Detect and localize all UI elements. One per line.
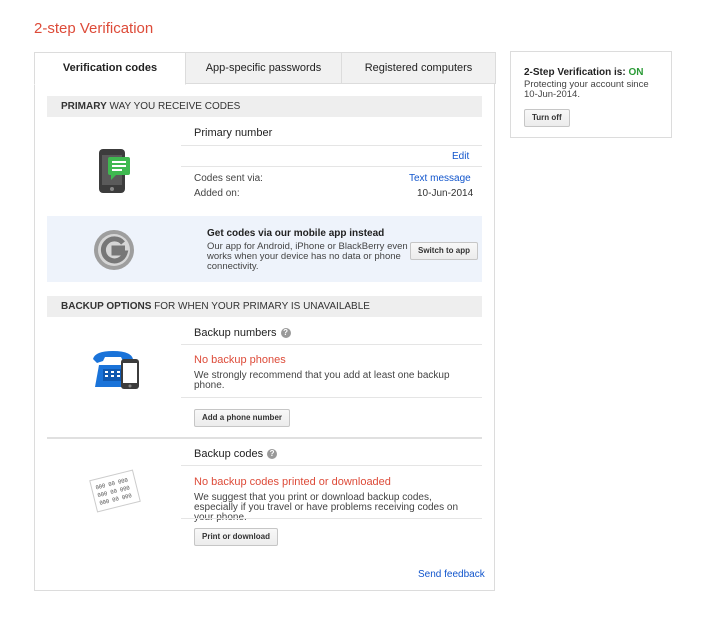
switch-to-app-button[interactable]: Switch to app	[410, 242, 478, 260]
section-divider	[47, 437, 482, 439]
promo-title: Get codes via our mobile app instead	[207, 228, 385, 239]
help-icon[interactable]: ?	[267, 449, 278, 460]
edit-primary-link[interactable]: Edit	[452, 151, 469, 162]
status-state: ON	[628, 67, 644, 78]
backup-header-rest: FOR WHEN YOUR PRIMARY IS UNAVAILABLE	[151, 301, 370, 312]
tab-registered-computers[interactable]: Registered computers	[341, 52, 496, 84]
primary-header-rest: WAY YOU RECEIVE CODES	[106, 101, 241, 112]
no-backup-codes-warning: No backup codes printed or downloaded	[194, 476, 391, 488]
status-line: 2-Step Verification is: ON	[524, 67, 643, 78]
primary-section-header: PRIMARY WAY YOU RECEIVE CODES	[47, 96, 482, 117]
divider	[181, 145, 482, 146]
page-title: 2-step Verification	[34, 20, 154, 37]
backup-header-bold: BACKUP OPTIONS	[61, 301, 152, 312]
status-since: Protecting your account since 10-Jun-201…	[524, 79, 649, 100]
backup-numbers-title: Backup numbers?	[194, 327, 291, 339]
divider	[181, 518, 482, 519]
tab-bar: Verification codes App-specific password…	[34, 52, 496, 85]
divider	[181, 465, 482, 466]
added-on-value: 10-Jun-2014	[417, 188, 474, 199]
status-label: 2-Step Verification is:	[524, 67, 626, 78]
divider	[181, 397, 482, 398]
turn-off-button[interactable]: Turn off	[524, 109, 570, 127]
backup-codes-label: Backup codes	[194, 448, 264, 460]
add-phone-number-button[interactable]: Add a phone number	[194, 409, 290, 427]
print-or-download-button[interactable]: Print or download	[194, 528, 278, 546]
help-icon[interactable]: ?	[280, 328, 291, 339]
primary-header-bold: PRIMARY	[61, 101, 107, 112]
backup-section-header: BACKUP OPTIONS FOR WHEN YOUR PRIMARY IS …	[47, 296, 482, 317]
primary-number-title: Primary number	[194, 127, 273, 139]
divider	[181, 344, 482, 345]
backup-numbers-label: Backup numbers	[194, 327, 277, 339]
phone-sms-icon	[97, 147, 133, 198]
backup-codes-title: Backup codes?	[194, 448, 278, 460]
promo-text: Our app for Android, iPhone or BlackBerr…	[207, 241, 408, 272]
status-panel: 2-Step Verification is: ON Protecting yo…	[510, 51, 672, 138]
tab-verification-codes[interactable]: Verification codes	[34, 52, 186, 85]
authenticator-icon	[93, 229, 135, 274]
codes-sent-method[interactable]: Text message	[409, 173, 471, 184]
send-feedback-link[interactable]: Send feedback	[418, 569, 485, 580]
added-on-label: Added on:	[194, 188, 240, 199]
mobile-app-promo: Get codes via our mobile app instead Our…	[47, 216, 482, 282]
tab-app-specific-passwords[interactable]: App-specific passwords	[185, 52, 342, 84]
backup-codes-icon: 000 00 000 000 00 000 000 00 000	[89, 469, 141, 516]
desk-phone-icon	[91, 349, 143, 394]
divider	[181, 166, 482, 167]
no-backup-phones-warning: No backup phones	[194, 354, 286, 366]
verification-card: Verification codes App-specific password…	[34, 52, 496, 591]
codes-sent-label: Codes sent via:	[194, 173, 263, 184]
backup-numbers-text: We strongly recommend that you add at le…	[194, 370, 450, 391]
